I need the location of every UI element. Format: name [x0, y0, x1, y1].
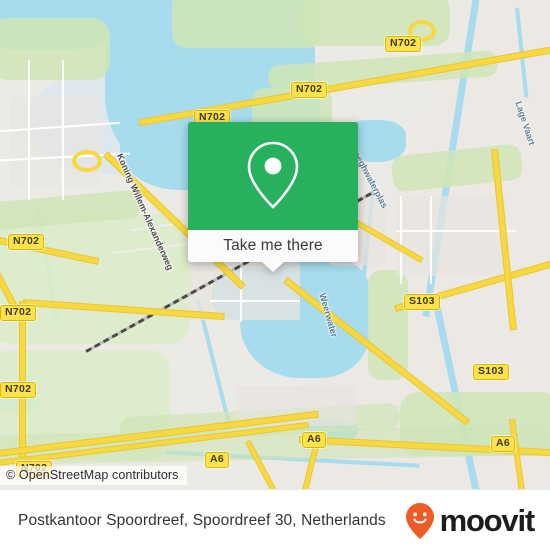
map-attribution[interactable]: © OpenStreetMap contributors [0, 466, 187, 485]
road-shield-a6-10: A6 [302, 432, 327, 448]
minor-road-9 [240, 262, 242, 322]
map-screenshot: N702N702N702N702N702N702N702S103S103A6A6… [0, 0, 550, 550]
road-shield-n702-5: N702 [0, 382, 37, 398]
road-shield-s103-7: S103 [404, 294, 440, 310]
minor-road-7 [396, 230, 516, 232]
footer-bar: Postkantoor Spoordreef, Spoordreef 30, N… [0, 489, 550, 550]
popup-pointer-tail [262, 262, 284, 272]
moovit-logo[interactable]: moovit [405, 502, 550, 540]
road-shield-n702-0: N702 [385, 36, 422, 52]
road-shield-n702-3: N702 [8, 234, 45, 250]
popup-header [188, 122, 358, 230]
road-shield-s103-8: S103 [473, 364, 509, 380]
block-nw [10, 96, 100, 186]
minor-road-6 [430, 196, 432, 284]
block-east [396, 196, 506, 276]
road-shield-a6-11: A6 [491, 436, 516, 452]
moovit-wordmark: moovit [439, 503, 536, 538]
green-park-nw [0, 18, 110, 80]
minor-road-8 [210, 300, 300, 302]
location-popup-card[interactable]: Take me there [188, 122, 358, 272]
popup-cta-label: Take me there [223, 237, 323, 254]
moovit-smiling-pin-icon [405, 502, 434, 539]
minor-road-3 [28, 60, 30, 200]
roundabout-west [72, 150, 102, 172]
map-canvas[interactable]: N702N702N702N702N702N702N702S103S103A6A6… [0, 0, 550, 489]
minor-road-5 [400, 196, 402, 284]
map-pin-icon [247, 141, 299, 209]
minor-road-4 [62, 60, 64, 200]
road-shield-n702-4: N702 [0, 305, 37, 321]
popup-cta[interactable]: Take me there [188, 230, 358, 262]
location-title: Postkantoor Spoordreef, Spoordreef 30, N… [18, 511, 386, 529]
road-shield-n702-1: N702 [291, 82, 328, 98]
road-shield-a6-9: A6 [205, 452, 230, 468]
